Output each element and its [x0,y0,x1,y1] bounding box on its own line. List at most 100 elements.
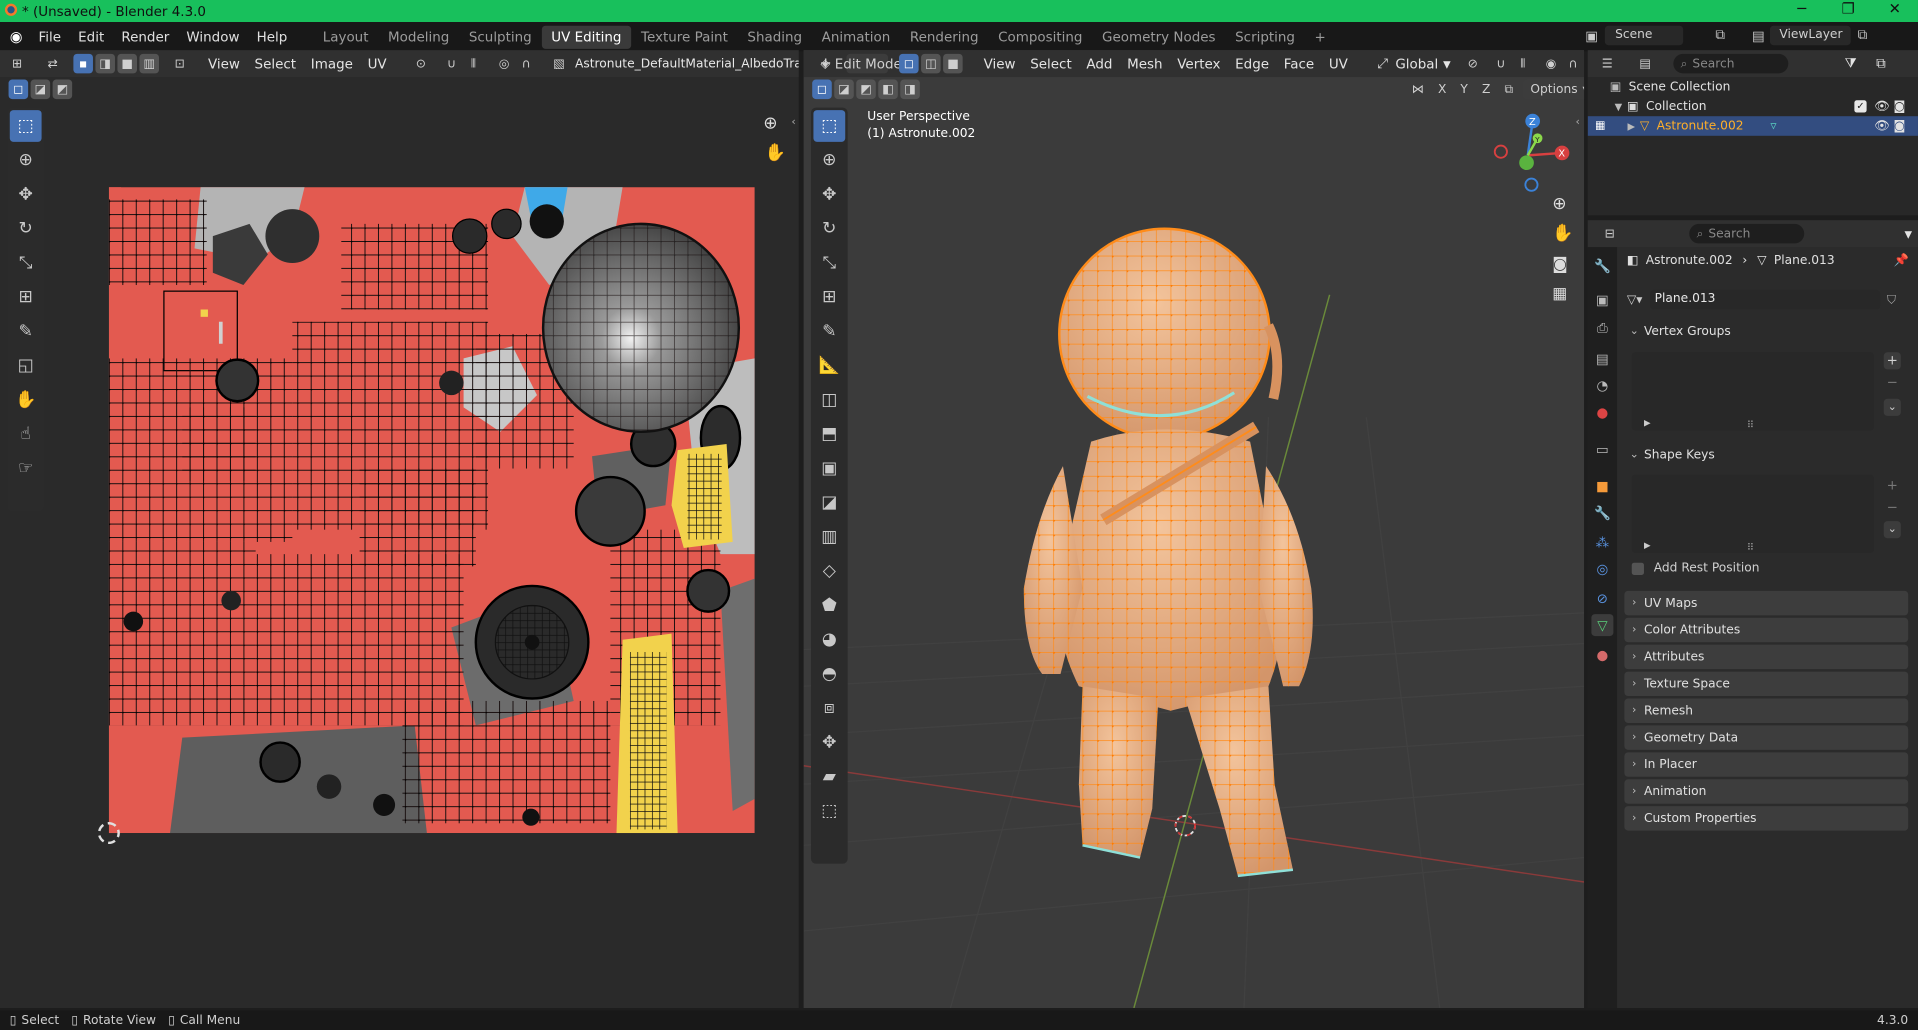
cursor-tool-icon[interactable]: ⊕ [10,144,42,176]
image-browse-icon[interactable]: ▧ [549,54,569,74]
color-attributes-panel[interactable]: › Color Attributes [1624,617,1909,643]
transform-tool-icon[interactable]: ⊞ [10,281,42,313]
world-tab-icon[interactable]: ● [1591,401,1613,423]
remesh-panel[interactable]: › Remesh [1624,698,1909,723]
perspective-toggle-icon[interactable]: ▦ [1552,285,1567,303]
mesh-datablock-field[interactable]: Plane.013 [1649,289,1880,310]
texture-space-panel[interactable]: › Texture Space [1624,671,1909,697]
vp-measure-tool-icon[interactable]: 📐 [813,350,845,382]
display-mode-icon[interactable]: ▤ [1635,54,1655,74]
new-scene-icon[interactable]: ⧉ [1715,27,1725,44]
object-render-camera-icon[interactable]: ◙ [1894,119,1906,132]
vp-zoom-icon[interactable]: ⊕ [1552,195,1566,215]
tab-modeling[interactable]: Modeling [378,25,459,48]
properties-editor-type-icon[interactable]: ⊟ [1600,224,1620,244]
editor-type-icon[interactable]: ⊞ [7,54,27,74]
outliner-collection[interactable]: ▼ ▣ Collection ✓ 👁 ◙ [1588,97,1918,117]
rip-tool-icon[interactable]: ◱ [10,350,42,382]
island-select-icon[interactable]: ▥ [139,53,160,74]
vertex-group-specials-chevron-icon[interactable]: ⌄ [1883,398,1901,416]
new-collection-icon[interactable]: ⧉ [1876,55,1886,72]
tab-sculpting[interactable]: Sculpting [459,25,541,48]
animation-panel[interactable]: › Animation [1624,779,1909,804]
list-expand-icon[interactable]: ▶ [1644,418,1651,428]
proportional-edit-icon[interactable]: ◎ [494,54,514,74]
pivot-icon[interactable]: ⊙ [411,54,431,74]
object-tab-icon[interactable]: ■ [1591,475,1613,497]
list-expand-icon[interactable]: ▶ [1644,541,1651,551]
vp-pan-hand-icon[interactable]: ✋ [1552,224,1573,244]
vp-shear-tool-icon[interactable]: ▰ [813,761,845,793]
vp-rotate-tool-icon[interactable]: ↻ [813,213,845,245]
custom-properties-panel[interactable]: › Custom Properties [1624,806,1909,831]
blender-menu-icon[interactable]: ◉ [10,28,23,45]
filter-icon[interactable]: ⧩ [1845,55,1857,72]
tab-shading[interactable]: Shading [738,25,812,48]
shape-key-specials-chevron-icon[interactable]: ⌄ [1883,521,1901,539]
collection-tab-icon[interactable]: ▭ [1591,438,1613,460]
tab-compositing[interactable]: Compositing [988,25,1092,48]
vp-extrude-tool-icon[interactable]: ⬒ [813,418,845,450]
zoom-icon[interactable]: ⊕ [763,114,777,134]
viewport-scene[interactable] [803,50,1585,1008]
view-layer-selector[interactable]: ViewLayer [1769,25,1851,46]
tab-rendering[interactable]: Rendering [900,25,988,48]
scene-tab-icon[interactable]: ◔ [1591,374,1613,396]
grab-tool-icon[interactable]: ✋ [10,384,42,416]
physics-tab-icon[interactable]: ◎ [1591,558,1613,580]
object-visibility-eye-icon[interactable]: 👁 [1874,119,1890,132]
face-select-icon[interactable]: ■ [117,53,137,74]
uv-menu-image[interactable]: Image [303,56,360,72]
sync-selection-icon[interactable]: ⇄ [43,54,63,74]
menu-window[interactable]: Window [178,29,248,45]
select-new-icon[interactable]: ◻ [8,79,29,100]
annotate-tool-icon[interactable]: ✎ [10,316,42,348]
add-vertex-group-button[interactable]: + [1883,352,1901,370]
relax-tool-icon[interactable]: ☝ [10,418,42,450]
attributes-panel[interactable]: › Attributes [1624,644,1909,670]
uv-menu-view[interactable]: View [201,56,248,72]
move-tool-icon[interactable]: ✥ [10,179,42,211]
uv-maps-panel[interactable]: › UV Maps [1624,590,1909,616]
remove-shape-key-button[interactable]: − [1884,499,1901,516]
pinch-tool-icon[interactable]: ☞ [10,453,42,485]
add-rest-position-checkbox[interactable] [1631,562,1644,575]
expand-chevron-icon[interactable]: ▼ [1615,101,1623,112]
tool-tab-icon[interactable]: 🔧 [1591,254,1613,276]
new-view-layer-icon[interactable]: ⧉ [1858,27,1868,44]
scale-tool-icon[interactable]: ⤡ [10,247,42,279]
tab-geometry-nodes[interactable]: Geometry Nodes [1092,25,1225,48]
vertex-groups-list[interactable]: ▶ ⠿ [1631,352,1874,431]
outliner-scene-collection[interactable]: ▣ Scene Collection [1588,77,1918,97]
add-workspace-button[interactable]: + [1305,25,1336,48]
falloff-icon[interactable]: ∩ [516,54,536,74]
vp-cursor-tool-icon[interactable]: ⊕ [813,144,845,176]
exclude-checkbox[interactable]: ✓ [1854,100,1867,113]
menu-file[interactable]: File [30,29,70,45]
add-shape-key-button[interactable]: + [1884,477,1901,494]
vp-knife-tool-icon[interactable]: ◇ [813,555,845,587]
select-subtract-icon[interactable]: ◩ [52,79,73,100]
properties-search-field[interactable]: ⌕ Search [1689,223,1805,244]
vertex-groups-panel[interactable]: ⌄ Vertex Groups [1624,319,1908,343]
vp-bevel-tool-icon[interactable]: ◪ [813,487,845,519]
outliner-object-row[interactable]: ▦ ▶ ▽ Astronute.002 ▿ 👁 ◙ [1587,116,1918,136]
tab-animation[interactable]: Animation [812,25,900,48]
uv-menu-select[interactable]: Select [247,56,303,72]
tab-scripting[interactable]: Scripting [1225,25,1304,48]
list-resize-grip-icon[interactable]: ⠿ [1747,420,1754,431]
vp-rip-tool-icon[interactable]: ⬚ [813,795,845,827]
output-tab-icon[interactable]: ⎙ [1591,318,1613,340]
minimize-button[interactable]: ─ [1779,0,1825,17]
uv-menu-uv[interactable]: UV [360,56,394,72]
pan-hand-icon[interactable]: ✋ [765,143,786,163]
render-camera-icon[interactable]: ◙ [1894,100,1906,113]
fake-user-shield-icon[interactable]: ⛉ [1887,293,1896,306]
menu-render[interactable]: Render [113,29,178,45]
navigation-gizmo[interactable]: Z X Y [1491,111,1579,192]
close-button[interactable]: ✕ [1871,0,1917,17]
properties-options-chevron-icon[interactable]: ▼ [1905,228,1913,239]
tab-uv-editing[interactable]: UV Editing [541,25,632,49]
maximize-button[interactable]: ❐ [1825,0,1871,17]
modifier-tab-icon[interactable]: 🔧 [1591,502,1613,524]
